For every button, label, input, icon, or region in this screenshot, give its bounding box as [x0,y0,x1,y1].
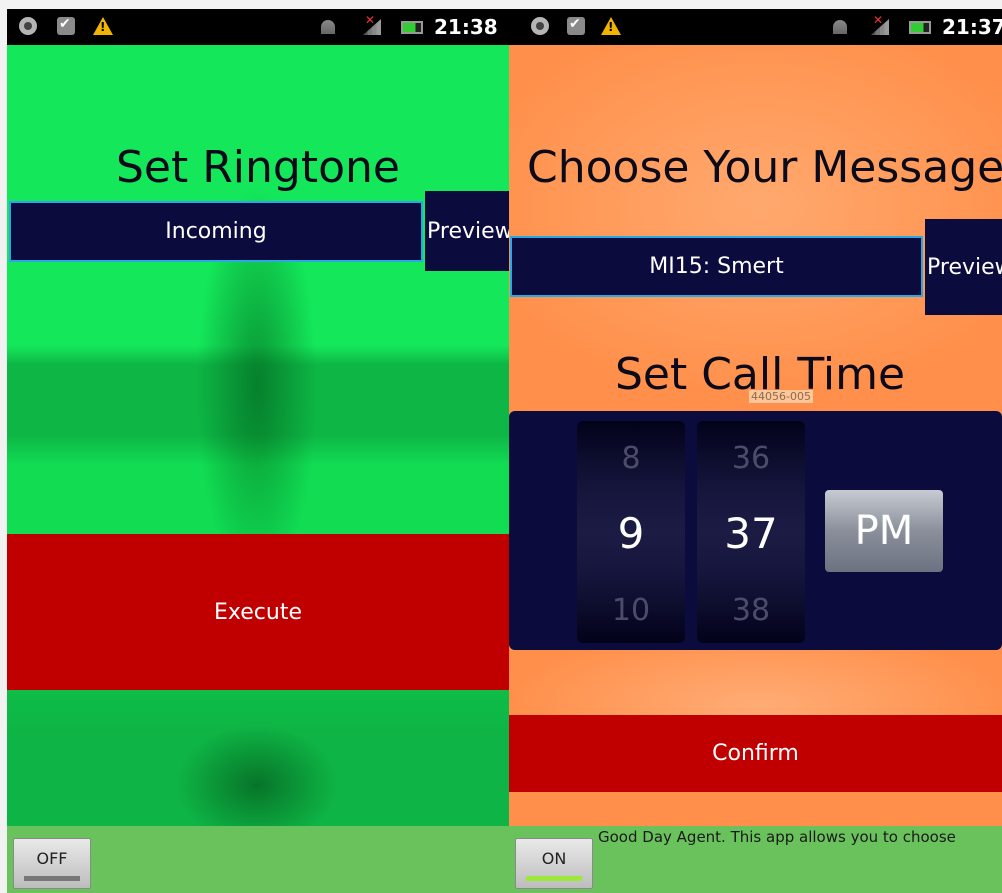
serial-label: 44056-005 [749,390,813,403]
page-title: Choose Your Message [527,142,1002,193]
no-signal-icon: ✕ [873,13,884,27]
toggle-label: ON [541,849,567,868]
minute-selected[interactable]: 37 [697,509,805,558]
execute-button[interactable]: Execute [7,534,509,690]
footer-bar: ON Good Day Agent. This app allows you t… [509,826,1002,893]
ringtone-select[interactable]: Incoming [9,201,423,262]
message-select[interactable]: MI15: Smert [510,236,923,297]
toggle-indicator [526,876,582,881]
hour-wheel[interactable]: 8 9 10 [577,421,685,643]
wifi-icon [833,20,847,34]
notification-circle-icon [19,17,37,35]
minute-below[interactable]: 38 [697,593,805,628]
battery-icon [401,21,423,34]
right-screen: ✕ 21:37 Choose Your Message MI15: Smert … [509,9,1002,893]
power-toggle-button[interactable]: ON [515,838,593,889]
minute-wheel[interactable]: 36 37 38 [697,421,805,643]
left-screen: ✕ 21:38 Set Ringtone Incoming Preview Ex… [7,9,509,893]
status-bar: ✕ 21:37 [509,9,1002,45]
footer-bar: OFF [7,826,509,893]
no-signal-icon: ✕ [365,13,376,27]
checkbox-icon [567,16,585,35]
message-select-value: MI15: Smert [649,254,784,279]
toggle-indicator [24,876,80,881]
ringtone-select-value: Incoming [165,219,267,244]
status-time: 21:37 [942,15,1002,39]
intro-text: Good Day Agent. This app allows you to c… [598,828,956,846]
time-picker: 8 9 10 36 37 38 PM [509,411,1002,650]
page-title: Set Ringtone [116,142,400,193]
battery-icon [909,21,931,34]
hour-above[interactable]: 8 [577,441,685,476]
hour-selected[interactable]: 9 [577,509,685,558]
notification-circle-icon [531,17,549,35]
confirm-button[interactable]: Confirm [509,715,1002,792]
status-time: 21:38 [434,15,498,39]
ampm-button[interactable]: PM [825,490,943,572]
wifi-icon [321,20,335,34]
preview-button[interactable]: Preview [925,219,1002,315]
warning-icon [601,17,621,35]
power-toggle-button[interactable]: OFF [13,838,91,889]
minute-above[interactable]: 36 [697,441,805,476]
toggle-label: OFF [36,849,68,868]
hour-below[interactable]: 10 [577,593,685,628]
preview-button[interactable]: Preview [425,191,509,271]
status-bar: ✕ 21:38 [7,9,509,45]
checkbox-icon [57,16,75,35]
warning-icon [93,17,113,35]
